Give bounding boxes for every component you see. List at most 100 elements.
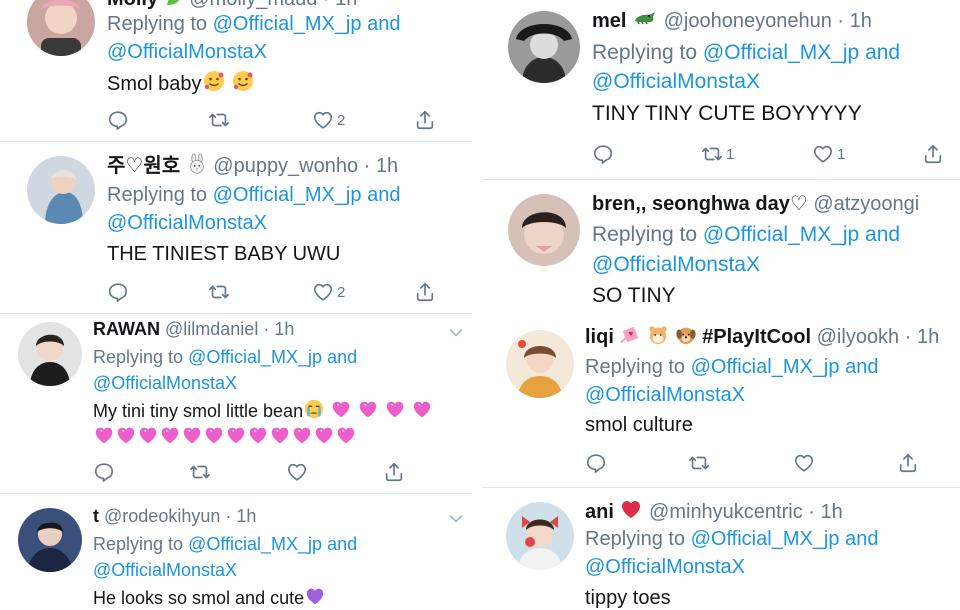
mention-link[interactable]: @OfficialMonstaX xyxy=(107,41,267,63)
reply-context: Replying to @Official_MX_jp and xyxy=(107,184,401,206)
retweet-button[interactable] xyxy=(208,279,230,305)
pink-heart-emoji-icon xyxy=(335,424,357,446)
like-button[interactable] xyxy=(286,459,311,485)
avatar[interactable] xyxy=(18,508,82,572)
share-icon xyxy=(922,143,944,165)
handle[interactable]: @joohoneyonehun xyxy=(664,10,832,32)
display-name[interactable]: bren,, seonghwa day♡ xyxy=(592,193,808,215)
timestamp[interactable]: 1h xyxy=(376,155,398,177)
mention-link[interactable]: @Official_MX_jp xyxy=(213,184,362,206)
display-name[interactable]: t xyxy=(93,506,99,526)
mention-link[interactable]: @Official_MX_jp xyxy=(213,13,362,35)
like-icon xyxy=(793,452,815,474)
red-heart-emoji-icon xyxy=(619,497,643,521)
reply-context: Replying to @Official_MX_jp and xyxy=(585,356,879,378)
reply-button[interactable] xyxy=(585,450,607,476)
share-button[interactable] xyxy=(414,107,436,133)
share-button[interactable] xyxy=(383,459,405,485)
handle[interactable]: @lilmdaniel xyxy=(165,319,258,339)
tweet[interactable]: RAWAN @lilmdaniel · 1h Replying to @Offi… xyxy=(0,314,472,494)
timestamp[interactable]: 1h xyxy=(335,0,357,10)
mention-link[interactable]: @Official_MX_jp xyxy=(691,528,840,550)
handle[interactable]: @minhyukcentric xyxy=(649,501,803,523)
timestamp[interactable]: 1h xyxy=(850,10,872,32)
tweet[interactable]: bren,, seonghwa day♡ @atzyoongi Replying… xyxy=(482,180,960,322)
pink-heart-emoji-icon xyxy=(225,424,247,446)
share-icon xyxy=(383,461,405,483)
tweet-text: SO TINY xyxy=(592,284,676,307)
tweet[interactable]: ani @minhyukcentric · 1h Replying to @Of… xyxy=(482,488,960,610)
mention-link[interactable]: @OfficialMonstaX xyxy=(592,253,760,276)
like-count: 1 xyxy=(837,145,846,163)
tweet[interactable]: mel @joohoneyonehun · 1h Replying to @Of… xyxy=(482,0,960,180)
handle[interactable]: @puppy_wonho xyxy=(213,155,358,177)
retweet-button[interactable] xyxy=(189,459,211,485)
tweet[interactable]: 주♡원호 @puppy_wonho · 1h Replying to @Offi… xyxy=(0,142,472,314)
share-button[interactable] xyxy=(414,279,436,305)
hashtag[interactable]: #PlayItCool xyxy=(702,326,811,348)
handle[interactable]: @molly_maud xyxy=(189,0,317,10)
mention-link[interactable]: @OfficialMonstaX xyxy=(93,373,237,393)
like-icon xyxy=(312,281,334,303)
mention-link[interactable]: @OfficialMonstaX xyxy=(585,384,745,406)
retweet-icon xyxy=(208,281,230,303)
handle[interactable]: @atzyoongi xyxy=(813,193,919,215)
chevron-down-icon[interactable] xyxy=(449,325,463,335)
tweet[interactable]: t @rodeokihyun · 1h Replying to @Officia… xyxy=(0,494,472,610)
display-name[interactable]: mel xyxy=(592,10,626,32)
reply-button[interactable] xyxy=(107,279,129,305)
reply-button[interactable] xyxy=(107,107,129,133)
timestamp[interactable]: 1h xyxy=(236,506,256,526)
avatar[interactable] xyxy=(27,156,95,224)
mention-link[interactable]: @Official_MX_jp xyxy=(188,534,322,554)
display-name[interactable]: 주♡원호 xyxy=(107,155,180,177)
mention-link[interactable]: @OfficialMonstaX xyxy=(93,560,237,580)
avatar[interactable] xyxy=(506,330,574,398)
avatar[interactable] xyxy=(18,322,82,386)
mention-link[interactable]: @Official_MX_jp xyxy=(703,41,859,64)
like-icon xyxy=(812,143,834,165)
avatar[interactable] xyxy=(506,502,574,570)
retweet-button[interactable] xyxy=(688,450,710,476)
like-button[interactable]: 2 xyxy=(312,107,345,133)
pink-heart-emoji-icon xyxy=(203,424,225,446)
reply-button[interactable] xyxy=(93,459,115,485)
retweet-icon xyxy=(189,461,211,483)
retweet-icon xyxy=(208,109,230,131)
handle[interactable]: @ilyookh xyxy=(817,326,900,348)
avatar[interactable] xyxy=(27,0,95,56)
timestamp[interactable]: 1h xyxy=(917,326,939,348)
tweet-text: Smol baby xyxy=(107,69,255,98)
mention-link[interactable]: @Official_MX_jp xyxy=(188,347,322,367)
like-button[interactable] xyxy=(793,450,815,476)
tweet-actions: 2 xyxy=(107,279,437,305)
avatar[interactable] xyxy=(508,194,580,266)
display-name[interactable]: Molly xyxy=(107,0,158,10)
like-button[interactable]: 1 xyxy=(812,141,845,167)
retweet-button[interactable] xyxy=(208,107,230,133)
tweet[interactable]: liqi #PlayItCool @ilyookh · 1h Replying … xyxy=(482,322,960,488)
display-name[interactable]: ani xyxy=(585,501,614,523)
handle[interactable]: @rodeokihyun xyxy=(104,506,220,526)
mention-link[interactable]: @OfficialMonstaX xyxy=(585,556,745,578)
reply-button[interactable] xyxy=(592,141,614,167)
pink-heart-emoji-icon xyxy=(291,424,313,446)
avatar[interactable] xyxy=(508,11,580,83)
share-button[interactable] xyxy=(897,450,919,476)
retweet-button[interactable]: 1 xyxy=(701,141,734,167)
display-name[interactable]: RAWAN xyxy=(93,319,160,339)
timestamp[interactable]: 1h xyxy=(821,501,843,523)
mention-link[interactable]: @Official_MX_jp xyxy=(703,223,859,246)
mention-link[interactable]: @Official_MX_jp xyxy=(691,356,840,378)
tweet-actions xyxy=(93,459,413,485)
share-icon xyxy=(414,109,436,131)
like-button[interactable]: 2 xyxy=(312,279,345,305)
mention-link[interactable]: @OfficialMonstaX xyxy=(592,70,760,93)
share-button[interactable] xyxy=(922,141,944,167)
chevron-down-icon[interactable] xyxy=(449,511,463,521)
tweet[interactable]: Molly @molly_maud · 1h Replying to @Offi… xyxy=(0,0,472,142)
mention-link[interactable]: @OfficialMonstaX xyxy=(107,212,267,234)
display-name[interactable]: liqi xyxy=(585,326,614,348)
timestamp[interactable]: 1h xyxy=(274,319,294,339)
tweet-text: He looks so smol and cute xyxy=(93,585,326,610)
